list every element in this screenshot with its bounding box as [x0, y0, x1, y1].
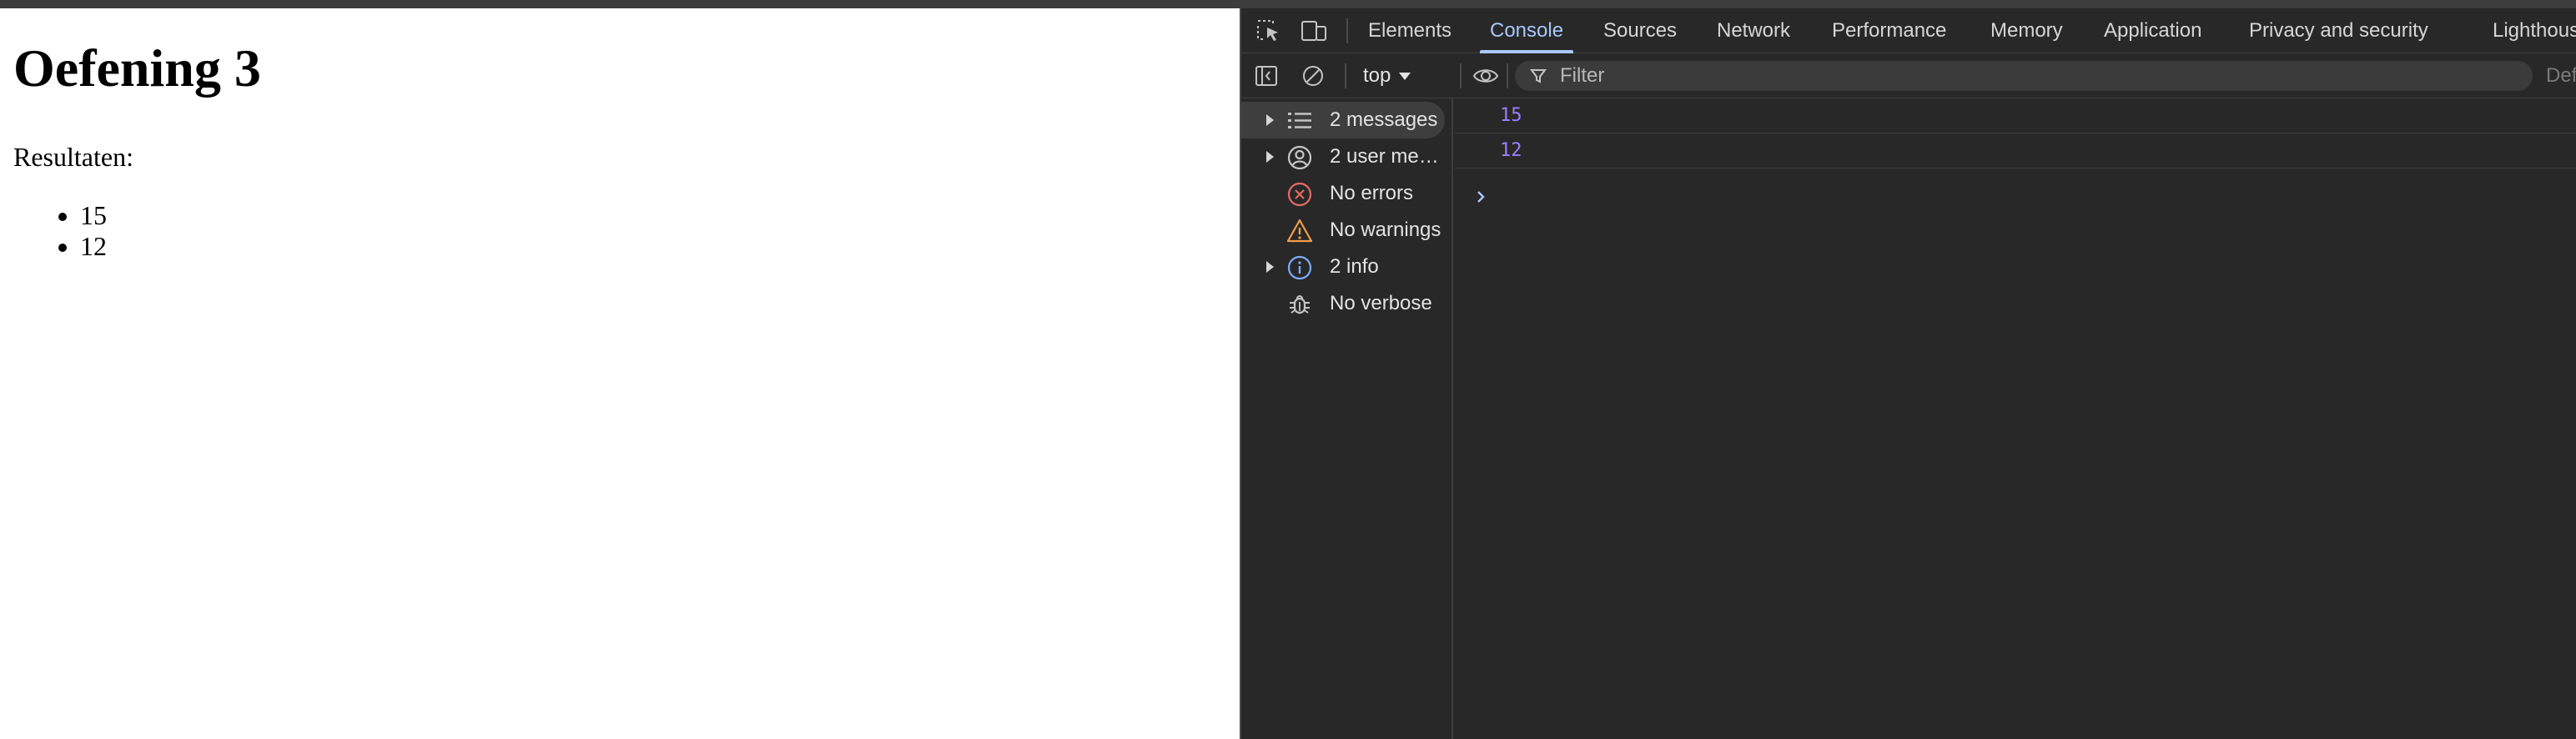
toolbar-divider [1460, 63, 1462, 88]
filter-funnel-icon [1530, 68, 1547, 84]
web-page: Oefening 3 Resultaten: 15 12 [0, 8, 1240, 739]
device-toolbar-icon[interactable] [1300, 18, 1330, 44]
sidebar-toggle-icon[interactable] [1253, 63, 1281, 88]
results-list: 15 12 [80, 200, 107, 262]
console-prompt-chevron-icon[interactable] [1472, 187, 1492, 207]
live-expression-eye-icon[interactable] [1472, 63, 1500, 88]
expand-arrow-icon[interactable] [1266, 151, 1274, 163]
context-selector[interactable]: top [1363, 53, 1411, 98]
sidebar-item-label: No errors [1330, 182, 1414, 204]
devtools-tab-bar: Elements Console Sources Network Perform… [1241, 8, 2576, 53]
console-output[interactable]: 15 12 [1455, 98, 2576, 739]
list-item: 15 [80, 200, 107, 231]
tab-divider [1346, 18, 1348, 43]
sidebar-item-label: 2 user messages [1330, 145, 1446, 168]
list-item: 12 [80, 231, 107, 262]
console-message[interactable]: 12 [1455, 133, 2576, 168]
info-icon [1286, 254, 1313, 281]
console-sidebar: 2 messages 2 user messages No errors [1241, 98, 1453, 739]
sidebar-item-label: 2 info [1330, 255, 1379, 278]
context-label: top [1363, 64, 1391, 87]
tab-network[interactable]: Network [1717, 8, 1790, 53]
tab-sources[interactable]: Sources [1603, 8, 1677, 53]
tab-lighthouse[interactable]: Lighthouse [2493, 8, 2576, 53]
filter-box[interactable] [1515, 61, 2533, 91]
sidebar-item-warnings[interactable]: No warnings [1241, 212, 1452, 249]
tab-performance[interactable]: Performance [1832, 8, 1946, 53]
console-number-value: 15 [1500, 105, 1522, 126]
toolbar-divider [1345, 63, 1346, 88]
warning-icon [1286, 218, 1313, 244]
page-heading: Oefening 3 [13, 38, 261, 98]
results-intro: Resultaten: [13, 142, 133, 172]
list-icon [1286, 108, 1313, 134]
tab-privacy-and-security[interactable]: Privacy and security [2249, 8, 2428, 53]
browser-top-strip [0, 0, 2576, 8]
bug-icon [1286, 291, 1313, 318]
log-levels-dropdown[interactable]: Default levels [2546, 53, 2576, 98]
toolbar-divider [1507, 63, 1508, 88]
sidebar-item-info[interactable]: 2 info [1241, 249, 1452, 285]
sidebar-item-label: 2 messages [1330, 108, 1438, 131]
expand-arrow-icon[interactable] [1266, 114, 1274, 126]
console-number-value: 12 [1500, 140, 1522, 161]
sidebar-item-errors[interactable]: No errors [1241, 175, 1452, 212]
clear-console-icon[interactable] [1300, 63, 1328, 88]
sidebar-item-user-messages[interactable]: 2 user messages [1241, 138, 1452, 175]
devtools-panel: Elements Console Sources Network Perform… [1240, 8, 2576, 739]
sidebar-item-messages[interactable]: 2 messages [1241, 102, 1445, 138]
tab-application[interactable]: Application [2104, 8, 2201, 53]
user-icon [1286, 144, 1313, 171]
tab-console[interactable]: Console [1479, 8, 1574, 53]
error-icon [1286, 181, 1313, 208]
tab-memory[interactable]: Memory [1990, 8, 2063, 53]
inspect-element-icon[interactable] [1255, 18, 1285, 44]
expand-arrow-icon[interactable] [1266, 261, 1274, 273]
chevron-down-icon [1399, 73, 1411, 81]
console-toolbar: top Default levels [1241, 53, 2576, 98]
sidebar-item-verbose[interactable]: No verbose [1241, 285, 1452, 322]
sidebar-item-label: No warnings [1330, 219, 1441, 241]
tab-elements[interactable]: Elements [1368, 8, 1452, 53]
sidebar-item-label: No verbose [1330, 292, 1432, 314]
filter-input[interactable] [1560, 61, 2478, 91]
console-message[interactable]: 15 [1455, 98, 2576, 133]
